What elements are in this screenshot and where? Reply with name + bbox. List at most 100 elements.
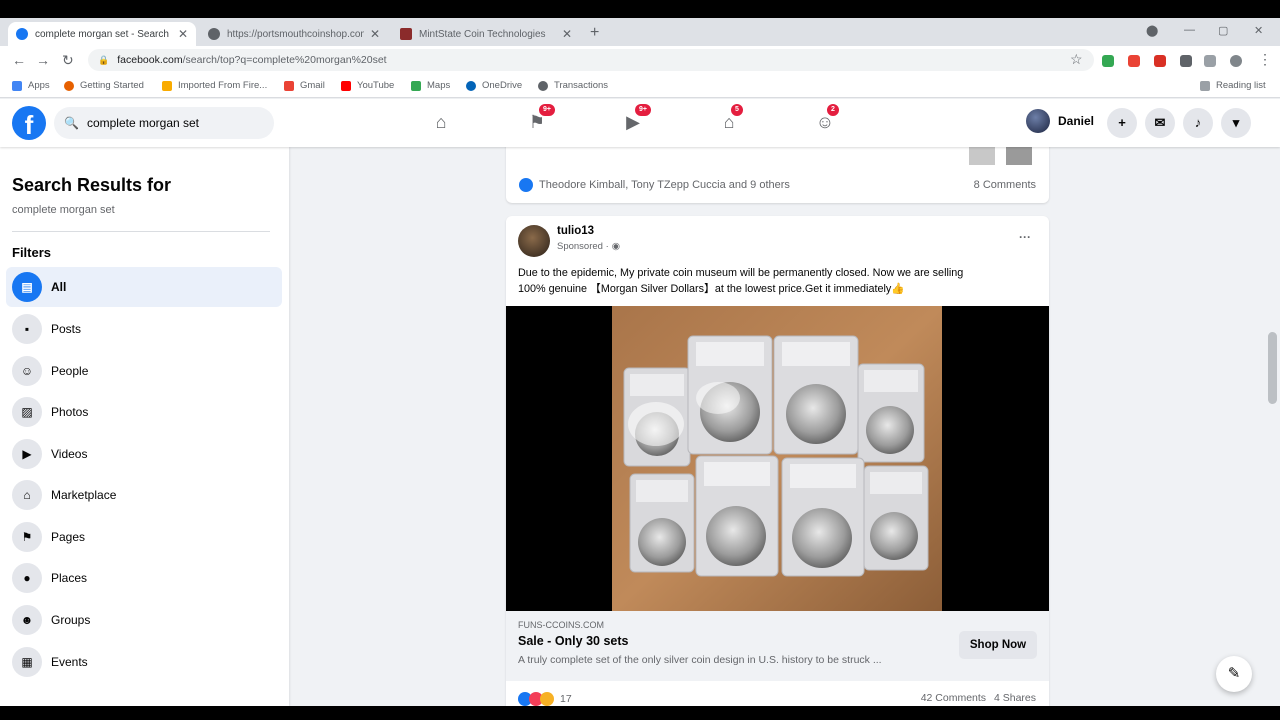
bookmark-youtube[interactable]: YouTube <box>341 80 394 91</box>
tab-facebook-search[interactable]: complete morgan set - Search R ✕ <box>8 22 196 46</box>
media-icon[interactable] <box>1204 55 1216 67</box>
url-path: /search/top?q=complete%20morgan%20set <box>182 54 387 66</box>
tab-portsmouth[interactable]: https://portsmouthcoinshop.com ✕ <box>200 22 388 46</box>
search-value: complete morgan set <box>86 116 200 130</box>
comments-count[interactable]: 42 Comments <box>921 692 986 704</box>
bookmark-apps[interactable]: Apps <box>12 80 50 91</box>
filter-label: Posts <box>51 322 82 336</box>
close-tab-icon[interactable]: ✕ <box>370 27 380 41</box>
haha-reaction-icon <box>540 692 554 706</box>
filter-label: Places <box>51 571 88 585</box>
filter-places[interactable]: ● Places <box>6 558 282 598</box>
forward-icon[interactable]: → <box>36 52 50 68</box>
marketplace-badge: 5 <box>730 103 744 117</box>
compose-icon: ✎ <box>1227 665 1241 682</box>
link-preview[interactable]: FUNS-CCOINS.COM Sale - Only 30 sets A tr… <box>506 611 1049 681</box>
filter-marketplace[interactable]: ⌂ Marketplace <box>6 475 282 515</box>
search-input[interactable]: 🔍 complete morgan set <box>54 107 274 139</box>
filter-label: Videos <box>51 447 88 461</box>
bookmark-onedrive[interactable]: OneDrive <box>466 80 522 91</box>
back-icon[interactable]: ← <box>12 52 26 68</box>
filter-label: All <box>51 280 67 294</box>
home-icon[interactable]: ⌂ <box>428 109 454 135</box>
url-host: facebook.com <box>117 54 183 66</box>
scrollbar-thumb[interactable] <box>1268 332 1277 404</box>
tab-mintstate[interactable]: MintState Coin Technologies ✕ <box>392 22 580 46</box>
post-image[interactable] <box>506 306 1049 611</box>
filter-label: People <box>51 364 89 378</box>
puzzle-extensions-icon[interactable] <box>1180 55 1192 67</box>
divider <box>12 231 270 232</box>
bookmark-star-icon[interactable]: ☆ <box>1070 51 1083 68</box>
search-filters-sidebar: Search Results for complete morgan set F… <box>0 147 289 706</box>
filter-groups[interactable]: ☻ Groups <box>6 600 282 640</box>
thumbnail-image[interactable] <box>1006 145 1032 165</box>
scrollbar-track[interactable] <box>1266 147 1280 706</box>
filter-posts[interactable]: ▪ Posts <box>6 309 282 349</box>
filters-heading: Filters <box>12 245 52 260</box>
bookmark-maps[interactable]: Maps <box>411 80 450 91</box>
address-bar[interactable]: 🔒 facebook.com /search/top?q=complete%20… <box>88 49 1094 71</box>
author-avatar[interactable] <box>518 225 550 257</box>
page-title: Search Results for <box>12 175 172 195</box>
post-author[interactable]: tulio13 <box>557 225 594 237</box>
thumbnail-image[interactable] <box>969 145 995 165</box>
profile-link[interactable]: Daniel <box>1026 109 1094 133</box>
more-options-button[interactable]: ··· <box>1019 230 1031 244</box>
close-tab-icon[interactable]: ✕ <box>562 27 572 41</box>
close-tab-icon[interactable]: ✕ <box>178 27 188 41</box>
filter-pages[interactable]: ⚑ Pages <box>6 517 282 557</box>
posts-icon: ▪ <box>12 314 42 344</box>
lock-icon: 🔒 <box>98 54 110 65</box>
create-button[interactable]: + <box>1107 108 1137 138</box>
tab-title: MintState Coin Technologies <box>419 28 546 40</box>
shares-count[interactable]: 4 Shares <box>994 692 1036 704</box>
filter-photos[interactable]: ▨ Photos <box>6 392 282 432</box>
notifications-bell-icon[interactable]: ♪ <box>1183 108 1213 138</box>
close-window-icon[interactable]: ✕ <box>1254 24 1263 37</box>
filter-all[interactable]: ▤ All <box>6 267 282 307</box>
groups-icon[interactable]: ☺ 2 <box>812 103 840 135</box>
reactions-summary[interactable]: 17 <box>518 692 572 706</box>
groups-icon: ☻ <box>12 605 42 635</box>
bookmark-getting-started[interactable]: Getting Started <box>64 80 144 91</box>
shop-now-button[interactable]: Shop Now <box>959 631 1037 659</box>
like-reaction-icon <box>519 178 533 192</box>
filter-events[interactable]: ▦ Events <box>6 642 282 682</box>
filter-people[interactable]: ☺ People <box>6 351 282 391</box>
facebook-logo-icon[interactable]: f <box>12 106 46 140</box>
comments-count[interactable]: 8 Comments <box>974 179 1036 191</box>
watch-icon[interactable]: ▶ 9+ <box>620 103 652 135</box>
bookmark-transactions[interactable]: Transactions <box>538 80 608 91</box>
share-extension-icon[interactable] <box>1102 55 1114 67</box>
maximize-icon[interactable]: ▢ <box>1218 24 1228 37</box>
screen-frame: complete morgan set - Search R ✕ https:/… <box>0 0 1280 720</box>
filter-label: Photos <box>51 405 89 419</box>
link-title: Sale - Only 30 sets <box>518 634 629 648</box>
extension-icon[interactable] <box>1154 55 1166 67</box>
profile-circle-icon[interactable]: ⬤ <box>1146 24 1158 37</box>
pages-flag-icon[interactable]: ⚑ 9+ <box>524 103 556 135</box>
filter-videos[interactable]: ▶ Videos <box>6 434 282 474</box>
new-message-button[interactable]: ✎ <box>1216 656 1252 692</box>
maps-icon <box>411 80 421 91</box>
bookmark-imported[interactable]: Imported From Fire... <box>162 80 267 91</box>
tab-title: complete morgan set - Search R <box>35 28 172 40</box>
reading-list[interactable]: Reading list <box>1200 80 1266 91</box>
profile-avatar-icon[interactable] <box>1230 55 1242 67</box>
filter-label: Marketplace <box>51 488 117 502</box>
browser-toolbar: ← → ↻ 🔒 facebook.com /search/top?q=compl… <box>0 46 1280 74</box>
marketplace-icon[interactable]: ⌂ 5 <box>716 103 744 135</box>
link-description: A truly complete set of the only silver … <box>518 654 882 666</box>
minimize-icon[interactable]: — <box>1184 24 1195 36</box>
reactions-summary[interactable]: Theodore Kimball, Tony TZepp Cuccia and … <box>519 178 790 192</box>
reload-icon[interactable]: ↻ <box>62 52 74 69</box>
bookmark-gmail[interactable]: Gmail <box>284 80 325 91</box>
messenger-icon[interactable]: ✉ <box>1145 108 1175 138</box>
tab-title: https://portsmouthcoinshop.com <box>227 28 364 40</box>
account-menu-chevron-icon[interactable]: ▾ <box>1221 108 1251 138</box>
extension-icon[interactable] <box>1128 55 1140 67</box>
places-icon: ● <box>12 563 42 593</box>
new-tab-button[interactable]: + <box>590 24 599 42</box>
menu-dots-icon[interactable]: ⋮ <box>1258 51 1272 68</box>
